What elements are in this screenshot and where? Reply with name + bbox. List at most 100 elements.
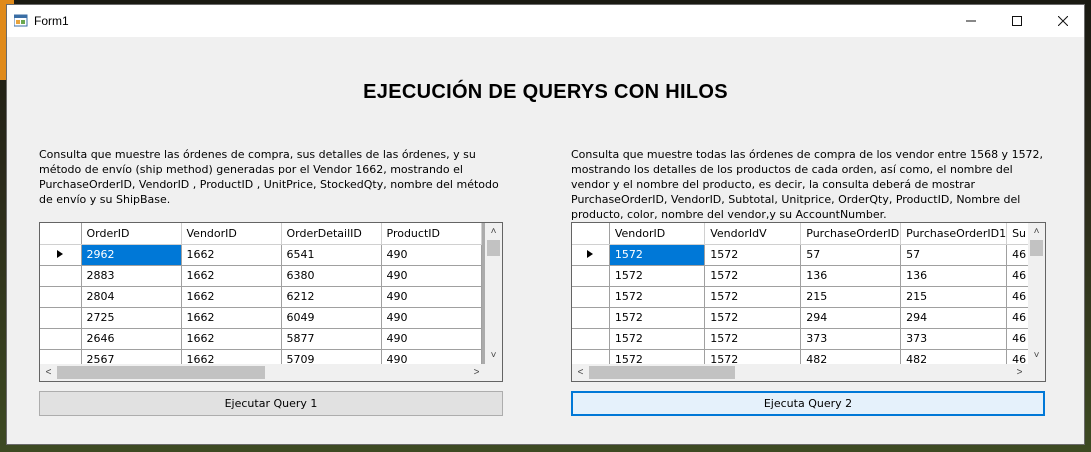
table-cell[interactable]: 6212 <box>281 286 382 308</box>
table-cell[interactable]: 2962 <box>81 244 182 266</box>
table-row[interactable]: 1572 1572 294 294 46 <box>572 307 1045 329</box>
table-row[interactable]: 2962 1662 6541 490 <box>40 244 482 266</box>
table-cell[interactable]: 1572 <box>609 286 706 308</box>
table-cell[interactable]: 5877 <box>281 328 382 350</box>
row-header[interactable] <box>572 328 610 350</box>
column-header[interactable]: OrderDetailID <box>281 223 382 245</box>
scroll-up-icon[interactable]: ˄ <box>1028 223 1045 240</box>
table-cell[interactable]: 215 <box>800 286 902 308</box>
table-cell[interactable]: 294 <box>800 307 902 329</box>
table-cell[interactable]: 490 <box>381 286 482 308</box>
title-bar[interactable]: Form1 <box>7 5 1084 37</box>
table-cell[interactable]: 1572 <box>704 307 802 329</box>
row-header[interactable] <box>572 286 610 308</box>
column-header[interactable]: OrderID <box>81 223 182 245</box>
column-header[interactable]: VendorID <box>609 223 706 245</box>
scroll-left-icon[interactable]: ˂ <box>572 364 589 381</box>
table-cell[interactable]: 490 <box>381 244 482 266</box>
table-cell[interactable]: 1662 <box>181 328 282 350</box>
table-cell[interactable]: 1572 <box>704 265 802 287</box>
row-header[interactable] <box>40 307 82 329</box>
table-cell[interactable]: 1572 <box>704 328 802 350</box>
close-button[interactable] <box>1040 5 1086 37</box>
execute-query1-button[interactable]: Ejecutar Query 1 <box>39 391 503 416</box>
table-cell[interactable]: 1572 <box>609 307 706 329</box>
table-row[interactable]: 1572 1572 373 373 46 <box>572 328 1045 350</box>
table-cell[interactable]: 57 <box>800 244 902 266</box>
vertical-scrollbar[interactable]: ˄ ˅ <box>1028 223 1045 364</box>
table-cell[interactable]: 2725 <box>81 307 182 329</box>
table-cell[interactable]: 6541 <box>281 244 382 266</box>
scroll-thumb[interactable] <box>589 366 735 379</box>
table-cell[interactable]: 6380 <box>281 265 382 287</box>
query2-grid[interactable]: VendorID VendorIdV PurchaseOrderID Purch… <box>571 222 1046 382</box>
table-cell[interactable]: 490 <box>381 307 482 329</box>
table-cell[interactable]: 136 <box>900 265 1008 287</box>
query2-table: VendorID VendorIdV PurchaseOrderID Purch… <box>572 223 1045 371</box>
row-header[interactable] <box>572 244 610 266</box>
scroll-right-icon[interactable]: ˃ <box>468 364 485 381</box>
table-cell[interactable]: 294 <box>900 307 1008 329</box>
close-icon <box>1058 16 1068 26</box>
maximize-button[interactable] <box>994 5 1040 37</box>
table-row[interactable]: 1572 1572 215 215 46 <box>572 286 1045 308</box>
vertical-scrollbar[interactable]: ˄ ˅ <box>485 223 502 364</box>
table-row[interactable]: 2883 1662 6380 490 <box>40 265 482 287</box>
table-cell[interactable]: 1662 <box>181 286 282 308</box>
scroll-right-icon[interactable]: ˃ <box>1011 364 1028 381</box>
row-header[interactable] <box>40 286 82 308</box>
minimize-button[interactable] <box>948 5 994 37</box>
table-row[interactable]: 2646 1662 5877 490 <box>40 328 482 350</box>
table-cell[interactable]: 1662 <box>181 307 282 329</box>
row-header-corner <box>572 223 610 245</box>
minimize-icon <box>966 20 976 22</box>
table-cell[interactable]: 490 <box>381 328 482 350</box>
table-row[interactable]: 1572 1572 57 57 46 <box>572 244 1045 266</box>
table-cell[interactable]: 1662 <box>181 265 282 287</box>
window-title: Form1 <box>34 14 69 28</box>
table-cell[interactable]: 1572 <box>609 328 706 350</box>
execute-query2-button[interactable]: Ejecuta Query 2 <box>571 391 1045 416</box>
scroll-thumb[interactable] <box>1030 240 1043 256</box>
table-cell[interactable]: 2804 <box>81 286 182 308</box>
table-row[interactable]: 1572 1572 136 136 46 <box>572 265 1045 287</box>
table-cell[interactable]: 57 <box>900 244 1008 266</box>
row-header-corner <box>40 223 82 245</box>
row-header[interactable] <box>572 265 610 287</box>
table-row[interactable]: 2804 1662 6212 490 <box>40 286 482 308</box>
row-header[interactable] <box>572 307 610 329</box>
scroll-up-icon[interactable]: ˄ <box>485 223 502 240</box>
table-cell[interactable]: 6049 <box>281 307 382 329</box>
column-header[interactable]: PurchaseOrderID1 <box>900 223 1008 245</box>
table-row[interactable]: 2725 1662 6049 490 <box>40 307 482 329</box>
column-header[interactable]: VendorIdV <box>704 223 802 245</box>
table-cell[interactable]: 1662 <box>181 244 282 266</box>
scroll-down-icon[interactable]: ˅ <box>1028 347 1045 364</box>
table-cell[interactable]: 1572 <box>704 286 802 308</box>
row-header[interactable] <box>40 265 82 287</box>
column-header[interactable]: ProductID <box>381 223 482 245</box>
table-cell[interactable]: 1572 <box>609 265 706 287</box>
query1-grid[interactable]: OrderID VendorID OrderDetailID ProductID… <box>39 222 503 382</box>
scrollbar-corner <box>485 364 502 381</box>
table-cell[interactable]: 2883 <box>81 265 182 287</box>
row-header[interactable] <box>40 328 82 350</box>
scroll-left-icon[interactable]: ˂ <box>40 364 57 381</box>
horizontal-scrollbar[interactable]: ˂ ˃ <box>40 364 502 381</box>
horizontal-scrollbar[interactable]: ˂ ˃ <box>572 364 1045 381</box>
table-cell[interactable]: 215 <box>900 286 1008 308</box>
column-header[interactable]: PurchaseOrderID <box>800 223 902 245</box>
table-cell[interactable]: 1572 <box>609 244 706 266</box>
table-cell[interactable]: 2646 <box>81 328 182 350</box>
scroll-thumb[interactable] <box>487 240 500 256</box>
table-cell[interactable]: 373 <box>800 328 902 350</box>
triangle-right-icon <box>57 250 64 258</box>
table-cell[interactable]: 490 <box>381 265 482 287</box>
table-cell[interactable]: 1572 <box>704 244 802 266</box>
column-header[interactable]: VendorID <box>181 223 282 245</box>
table-cell[interactable]: 136 <box>800 265 902 287</box>
table-cell[interactable]: 373 <box>900 328 1008 350</box>
scroll-thumb[interactable] <box>57 366 265 379</box>
scroll-down-icon[interactable]: ˅ <box>485 347 502 364</box>
row-header[interactable] <box>40 244 82 266</box>
